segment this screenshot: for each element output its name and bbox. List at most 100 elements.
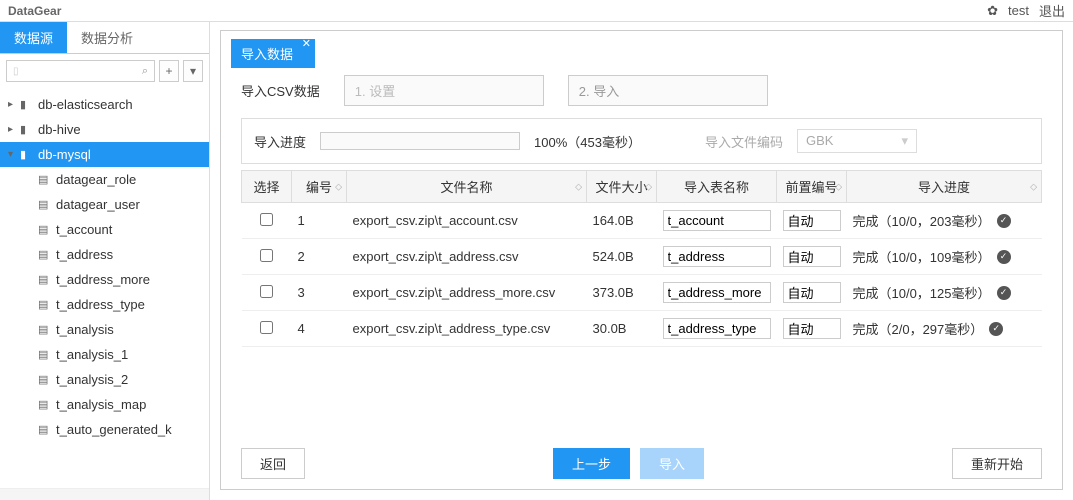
search-icon[interactable]: ⌕ <box>142 65 148 78</box>
close-icon[interactable]: ✕ <box>302 37 311 50</box>
table-node[interactable]: ▤ t_address_type <box>0 292 209 317</box>
dropdown-button[interactable]: ▾ <box>183 60 203 82</box>
table-label: t_analysis_1 <box>56 347 128 362</box>
cell-size: 164.0B <box>587 203 657 239</box>
search-icon-left: ▯ <box>13 66 19 77</box>
table-node[interactable]: ▤ t_analysis <box>0 317 209 342</box>
cell-size: 30.0B <box>587 311 657 347</box>
restart-button[interactable]: 重新开始 <box>952 448 1042 479</box>
tab-analysis[interactable]: 数据分析 <box>67 22 147 53</box>
db-label: db-elasticsearch <box>38 97 133 112</box>
encoding-select[interactable]: GBK ▾ <box>797 129 917 153</box>
table-icon: ▤ <box>38 273 52 286</box>
table-label: datagear_role <box>56 172 136 187</box>
table-icon: ▤ <box>38 323 52 336</box>
prefix-input[interactable] <box>783 210 841 231</box>
table-icon: ▤ <box>38 223 52 236</box>
step-1[interactable]: 1. 设置 <box>344 75 544 106</box>
user-label[interactable]: test <box>1008 3 1029 18</box>
app-name: DataGear <box>8 4 61 18</box>
table-icon: ▤ <box>38 298 52 311</box>
db-node-db-elasticsearch[interactable]: ▸▮db-elasticsearch <box>0 92 209 117</box>
tab-datasource[interactable]: 数据源 <box>0 22 67 53</box>
db-label: db-hive <box>38 122 81 137</box>
table-node[interactable]: ▤ t_account <box>0 217 209 242</box>
cell-no: 3 <box>292 275 347 311</box>
logout-link[interactable]: 退出 <box>1039 1 1065 20</box>
col-select[interactable]: 选择 <box>242 171 292 203</box>
progress-text: 100%（453毫秒） <box>534 132 641 151</box>
encoding-value: GBK <box>806 133 833 149</box>
table-label: t_analysis_map <box>56 397 146 412</box>
table-label: datagear_user <box>56 197 140 212</box>
row-checkbox[interactable] <box>260 321 273 334</box>
search-input[interactable]: ▯ ⌕ <box>6 60 155 82</box>
add-button[interactable]: + <box>159 60 179 82</box>
db-node-db-mysql[interactable]: ▾▮ db-mysql <box>0 142 209 167</box>
chevron-down-icon: ▾ <box>901 133 908 149</box>
cell-prog: 完成（10/0，109毫秒） <box>853 247 991 266</box>
db-node-db-hive[interactable]: ▸▮db-hive <box>0 117 209 142</box>
table-label: t_auto_generated_k <box>56 422 172 437</box>
table-label: t_analysis_2 <box>56 372 128 387</box>
row-checkbox[interactable] <box>260 249 273 262</box>
table-label: t_address <box>56 247 113 262</box>
col-prefix[interactable]: 前置编号◇ <box>777 171 847 203</box>
cell-no: 2 <box>292 239 347 275</box>
table-icon: ▤ <box>38 373 52 386</box>
table-icon: ▤ <box>38 248 52 261</box>
table-label: t_account <box>56 222 112 237</box>
horizontal-scrollbar[interactable] <box>0 488 209 500</box>
table-row: 3 export_csv.zip\t_address_more.csv 373.… <box>242 275 1042 311</box>
panel-tab-label: 导入数据 <box>241 47 293 62</box>
cell-file: export_csv.zip\t_address_type.csv <box>347 311 587 347</box>
table-node[interactable]: ▤ datagear_role <box>0 167 209 192</box>
row-checkbox[interactable] <box>260 213 273 226</box>
encoding-label: 导入文件编码 <box>705 132 783 151</box>
table-node[interactable]: ▤ t_analysis_2 <box>0 367 209 392</box>
cell-file: export_csv.zip\t_account.csv <box>347 203 587 239</box>
prev-button[interactable]: 上一步 <box>553 448 630 479</box>
table-node[interactable]: ▤datagear_user <box>0 192 209 217</box>
col-size[interactable]: 文件大小◇ <box>587 171 657 203</box>
table-icon: ▤ <box>38 173 52 186</box>
db-icon: ▮ <box>20 148 34 161</box>
table-node[interactable]: ▤ t_auto_generated_k <box>0 417 209 442</box>
step-2[interactable]: 2. 导入 <box>568 75 768 106</box>
page-title: 导入CSV数据 <box>241 81 320 100</box>
table-label: t_address_type <box>56 297 145 312</box>
prefix-input[interactable] <box>783 246 841 267</box>
cell-prog: 完成（10/0，125毫秒） <box>853 283 991 302</box>
table-row: 2 export_csv.zip\t_address.csv 524.0B 完成… <box>242 239 1042 275</box>
table-name-input[interactable] <box>663 282 771 303</box>
table-node[interactable]: ▤ t_address <box>0 242 209 267</box>
cell-no: 4 <box>292 311 347 347</box>
panel-tab-import[interactable]: 导入数据 ✕ <box>231 39 315 68</box>
table-icon: ▤ <box>38 398 52 411</box>
back-button[interactable]: 返回 <box>241 448 305 479</box>
caret-icon: ▸ <box>8 99 18 110</box>
row-checkbox[interactable] <box>260 285 273 298</box>
table-name-input[interactable] <box>663 246 771 267</box>
db-label: db-mysql <box>38 147 91 162</box>
table-node[interactable]: ▤ t_analysis_map <box>0 392 209 417</box>
table-name-input[interactable] <box>663 210 771 231</box>
table-name-input[interactable] <box>663 318 771 339</box>
gear-icon[interactable]: ✿ <box>987 3 998 19</box>
table-icon: ▤ <box>38 423 52 436</box>
check-icon: ✓ <box>989 322 1003 336</box>
import-button[interactable]: 导入 <box>640 448 704 479</box>
prefix-input[interactable] <box>783 318 841 339</box>
table-label: t_analysis <box>56 322 114 337</box>
col-file[interactable]: 文件名称◇ <box>347 171 587 203</box>
table-node[interactable]: ▤t_address_more <box>0 267 209 292</box>
table-node[interactable]: ▤ t_analysis_1 <box>0 342 209 367</box>
col-table[interactable]: 导入表名称 <box>657 171 777 203</box>
col-prog[interactable]: 导入进度◇ <box>847 171 1042 203</box>
caret-icon: ▾ <box>8 149 18 160</box>
caret-icon: ▸ <box>8 124 18 135</box>
col-no[interactable]: 编号◇ <box>292 171 347 203</box>
prefix-input[interactable] <box>783 282 841 303</box>
check-icon: ✓ <box>997 250 1011 264</box>
table-icon: ▤ <box>38 348 52 361</box>
